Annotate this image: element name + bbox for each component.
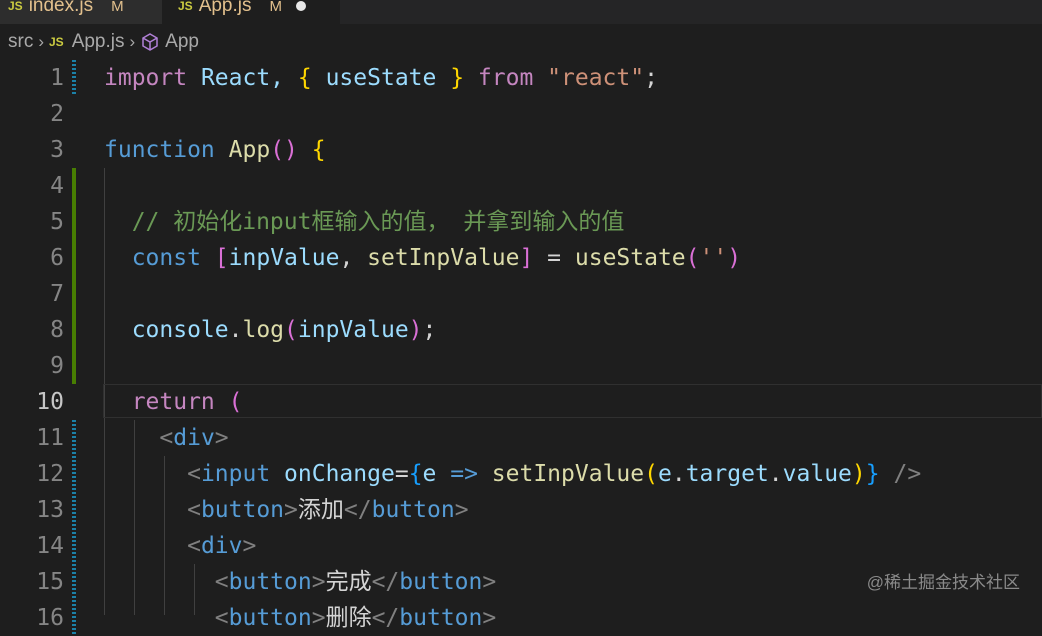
breadcrumb-symbol[interactable]: App (140, 31, 199, 53)
code-text: <div> (104, 425, 229, 451)
breadcrumb: src › JS App.js › App (0, 24, 1042, 60)
code-text: <button>删除</button> (104, 605, 497, 631)
git-modified-marker[interactable] (72, 528, 76, 564)
line-number: 13 (36, 497, 64, 523)
code-text: <button>添加</button> (104, 497, 469, 523)
git-modified-marker[interactable] (72, 492, 76, 528)
git-modified-marker[interactable] (72, 600, 76, 636)
line-number: 6 (50, 245, 64, 271)
line-number: 5 (50, 209, 64, 235)
code-line[interactable]: 14 <div> (0, 528, 1042, 564)
line-number: 10 (36, 389, 64, 415)
code-text: const [inpValue, setInpValue] = useState… (104, 245, 742, 271)
code-line[interactable]: 2 (0, 96, 1042, 132)
code-line-current[interactable]: 10 return ( (0, 384, 1042, 420)
line-number: 7 (50, 281, 64, 307)
code-line[interactable]: 7 (0, 276, 1042, 312)
tab-label: App.js (198, 0, 252, 16)
code-text: function App() { (104, 137, 326, 163)
code-line[interactable]: 16 <button>删除</button> (0, 600, 1042, 636)
code-text: import React, { useState } from "react"; (104, 65, 658, 91)
breadcrumb-folder[interactable]: src (8, 31, 33, 53)
git-modified-marker[interactable] (72, 456, 76, 492)
line-number: 11 (36, 425, 64, 451)
git-added-marker[interactable] (72, 204, 76, 240)
line-number: 3 (50, 137, 64, 163)
git-added-marker[interactable] (72, 348, 76, 384)
git-modified-marker[interactable] (72, 60, 76, 96)
tab-app-js[interactable]: JS App.js M (162, 0, 340, 24)
js-file-icon: JS (49, 35, 64, 49)
breadcrumb-file-label: App.js (71, 31, 125, 52)
current-line-highlight (103, 384, 1042, 418)
code-line[interactable]: 9 (0, 348, 1042, 384)
code-line[interactable]: 4 (0, 168, 1042, 204)
unsaved-dot-icon[interactable] (296, 1, 306, 11)
git-modified-marker[interactable] (72, 420, 76, 456)
code-line[interactable]: 6 const [inpValue, setInpValue] = useSta… (0, 240, 1042, 276)
git-added-marker[interactable] (72, 276, 76, 312)
modified-badge: M (269, 0, 283, 15)
code-text: <button>完成</button> (104, 569, 497, 595)
tab-bar: JS index.js M JS App.js M (0, 0, 1042, 24)
code-comment: // 初始化input框输入的值， 并拿到输入的值 (104, 209, 625, 235)
line-number: 12 (36, 461, 64, 487)
chevron-right-icon: › (38, 32, 44, 51)
breadcrumb-file[interactable]: JS App.js (49, 31, 125, 53)
breadcrumb-symbol-label: App (165, 31, 199, 52)
code-line[interactable]: 13 <button>添加</button> (0, 492, 1042, 528)
code-line[interactable]: 11 <div> (0, 420, 1042, 456)
modified-badge: M (111, 0, 124, 15)
code-line[interactable]: 5 // 初始化input框输入的值， 并拿到输入的值 (0, 204, 1042, 240)
line-number: 2 (50, 101, 64, 127)
js-file-icon: JS (178, 0, 193, 13)
line-number: 15 (36, 569, 64, 595)
line-number: 16 (36, 605, 64, 631)
chevron-right-icon: › (129, 32, 136, 51)
code-text: console.log(inpValue); (104, 317, 437, 343)
code-text: <input onChange={e => setInpValue(e.targ… (104, 461, 922, 487)
watermark: @稀土掘金技术社区 (866, 573, 1020, 592)
js-file-icon: JS (8, 0, 23, 13)
code-line[interactable]: 3 function App() { (0, 132, 1042, 168)
code-editor[interactable]: 1 import React, { useState } from "react… (0, 60, 1042, 636)
line-number: 9 (50, 353, 64, 379)
git-added-marker[interactable] (72, 168, 76, 204)
git-added-marker[interactable] (72, 240, 76, 276)
code-text: <div> (104, 533, 257, 559)
code-line[interactable]: 1 import React, { useState } from "react… (0, 60, 1042, 96)
tab-label: index.js (28, 0, 94, 16)
cube-icon (140, 32, 160, 52)
line-number: 8 (50, 317, 64, 343)
tab-index-js[interactable]: JS index.js M (0, 0, 162, 24)
code-line[interactable]: 8 console.log(inpValue); (0, 312, 1042, 348)
git-added-marker[interactable] (72, 312, 76, 348)
code-text: return ( (104, 389, 243, 415)
git-modified-marker[interactable] (72, 564, 76, 600)
line-number: 4 (50, 173, 64, 199)
code-line[interactable]: 12 <input onChange={e => setInpValue(e.t… (0, 456, 1042, 492)
line-number: 1 (50, 65, 64, 91)
line-number: 14 (36, 533, 64, 559)
